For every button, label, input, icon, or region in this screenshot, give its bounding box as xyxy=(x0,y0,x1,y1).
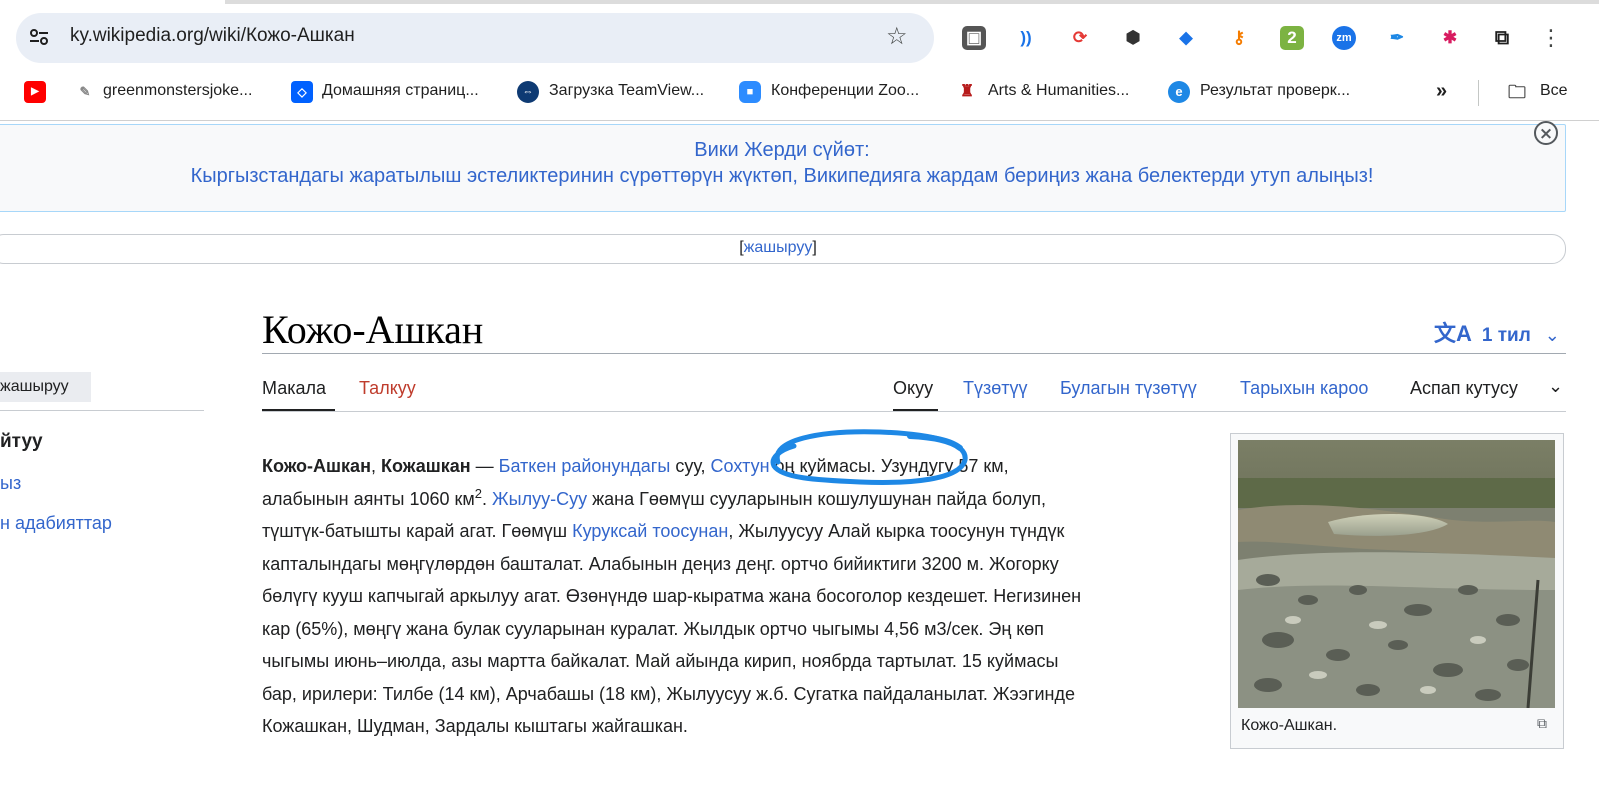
bookmarks-separator xyxy=(1478,80,1479,106)
title-divider xyxy=(262,353,1566,354)
chrome-divider xyxy=(0,120,1599,121)
language-button[interactable]: 文A 1 тил ⌄ xyxy=(1434,316,1560,348)
youtube-icon[interactable]: ▶ xyxy=(24,81,46,103)
text-line: бар, ирилери: Тилбе (14 км), Арчабашы (1… xyxy=(262,683,1075,704)
bookmark-greenmonsters[interactable]: greenmonstersjoke... xyxy=(103,82,252,104)
site-info-icon[interactable] xyxy=(26,26,52,52)
dropbox-icon: ◇ xyxy=(291,81,313,103)
teamviewer-icon: ⇔ xyxy=(517,81,539,103)
bookmarks-more-button[interactable]: » xyxy=(1436,80,1447,103)
bracket-close: ] xyxy=(812,239,817,256)
sidebar-hide-button[interactable]: жашыруу xyxy=(0,372,91,402)
bold-term: Кожашкан xyxy=(380,456,471,476)
thumbnail-caption: Кожо-Ашкан. xyxy=(1241,717,1338,734)
tab-edit-source[interactable]: Булагын түзөтүү xyxy=(1060,378,1197,399)
chrome-menu-icon[interactable]: ⋮ xyxy=(1540,26,1562,51)
text-run: . xyxy=(482,488,493,509)
text-line: капталындагы мөңгүлөрдөн башталат. Алабы… xyxy=(262,553,1059,574)
link-batken-district[interactable]: Баткен районундагы xyxy=(499,456,671,476)
text-run: — xyxy=(470,456,499,476)
text-run: , xyxy=(370,456,381,476)
link-jyluu-suu[interactable]: Жылуу-Суу xyxy=(492,489,587,509)
text-line: кар (65%), мөңгү жана булак сууларынан к… xyxy=(262,618,1044,639)
page-title: Кожо-Ашкан xyxy=(262,307,484,352)
language-count: 1 тил xyxy=(1481,325,1531,346)
bookmark-result-check[interactable]: Результат проверк... xyxy=(1200,82,1350,104)
toc-title: йтуу xyxy=(0,431,43,452)
text-run: суу, xyxy=(670,456,711,476)
bookmark-teamviewer[interactable]: Загрузка TeamView... xyxy=(549,82,704,104)
zoom-icon: ■ xyxy=(739,81,761,103)
enlarge-icon[interactable]: ⧉ xyxy=(1537,716,1547,732)
url-text[interactable]: ky.wikipedia.org/wiki/Кожо-Ашкан xyxy=(70,25,355,47)
chevron-down-icon: ⌄ xyxy=(1544,325,1560,345)
tab-edit[interactable]: Түзөтүү xyxy=(963,378,1028,399)
article-paragraph: Кожо-Ашкан, Кожашкан — Баткен районундаг… xyxy=(262,450,1222,743)
site-notice-banner: Вики Жерди сүйөт: Кыргызстандагы жаратыл… xyxy=(0,124,1566,212)
annotation-circle xyxy=(770,429,968,485)
tab-talk[interactable]: Талкуу xyxy=(359,378,416,399)
bookmark-arts-humanities[interactable]: Arts & Humanities... xyxy=(988,82,1129,104)
text-line: бөлүгү кууш капчыгай аркылуу агат. Өзөнү… xyxy=(262,586,1082,606)
extension-badge-two-icon[interactable]: 2 xyxy=(1280,26,1304,50)
bookmark-home-page[interactable]: Домашняя страниц... xyxy=(322,82,479,104)
translate-icon: 文A xyxy=(1434,321,1472,346)
notice-hide-bar: [жашыруу] xyxy=(0,234,1566,264)
thumbnail-box: Кожо-Ашкан. ⧉ xyxy=(1230,433,1564,749)
extension-hex-icon[interactable]: ⬢ xyxy=(1121,26,1145,50)
site-notice-title[interactable]: Вики Жерди сүйөт: xyxy=(0,139,1565,162)
extension-cap-icon[interactable]: ◆ xyxy=(1174,26,1198,50)
tab-tools[interactable]: Аспап кутусу xyxy=(1410,378,1518,399)
extension-icon[interactable]: ▣ xyxy=(962,26,986,50)
bold-term: Кожо-Ашкан xyxy=(262,456,371,476)
notice-hide-link[interactable]: жашыруу xyxy=(744,239,813,256)
result-check-icon: e xyxy=(1168,81,1190,103)
bookmark-all-folder[interactable]: Все xyxy=(1540,82,1568,104)
tabs-divider xyxy=(262,411,1566,412)
sidebar-divider xyxy=(0,410,204,411)
toc-item[interactable]: н адабияттар xyxy=(0,513,112,534)
browser-chrome: ky.wikipedia.org/wiki/Кожо-Ашкан ☆ ▣ )) … xyxy=(0,0,1599,121)
site-notice-text[interactable]: Кыргызстандагы жаратылыш эстеликтеринин … xyxy=(0,165,1565,188)
university-icon: ♜ xyxy=(959,83,975,100)
toc-item[interactable]: ыз xyxy=(0,473,21,494)
superscript: 2 xyxy=(474,485,482,501)
tab-strip-edge xyxy=(225,0,1599,4)
extension-asterisk-icon[interactable]: ✱ xyxy=(1438,26,1462,50)
tab-read[interactable]: Окуу xyxy=(893,378,933,399)
extension-wave-icon[interactable]: )) xyxy=(1014,26,1038,50)
tab-history[interactable]: Тарыхын кароо xyxy=(1240,378,1368,399)
link-kuruksai[interactable]: Куруксай тоосунан xyxy=(572,521,728,541)
tools-chevron-down-icon[interactable]: ⌄ xyxy=(1548,376,1563,397)
folder-icon: 🗀 xyxy=(1508,82,1526,102)
extension-quill-icon[interactable]: ✒ xyxy=(1385,26,1409,50)
text-line: Кожашкан, Шудман, Зардалы кыштагы жайгаш… xyxy=(262,716,688,736)
bookmark-star-icon[interactable]: ☆ xyxy=(886,22,908,50)
tab-article[interactable]: Макала xyxy=(262,378,326,399)
text-line: чыгымы июнь–июлда, азы мартта байкалат. … xyxy=(262,651,1059,671)
extension-sync-icon[interactable]: ⟳ xyxy=(1068,26,1092,50)
extensions-puzzle-icon[interactable]: ⧉ xyxy=(1490,26,1514,50)
text-run: алабынын аянты 1060 км xyxy=(262,488,475,509)
bookmark-zoom[interactable]: Конференции Zoo... xyxy=(771,82,919,104)
text-run: түштүк-батышты карай агат. Гөөмүш xyxy=(262,521,573,541)
greenmonsters-icon: ✎ xyxy=(79,84,91,99)
extension-zoom-icon[interactable]: zm xyxy=(1332,26,1356,50)
river-photo[interactable] xyxy=(1238,440,1555,708)
extension-key-icon[interactable]: ⚷ xyxy=(1227,26,1251,50)
text-run: , Жылуусуу Алай кырка тоосунун түндүк xyxy=(728,521,1065,541)
close-icon[interactable]: × xyxy=(1534,121,1558,145)
